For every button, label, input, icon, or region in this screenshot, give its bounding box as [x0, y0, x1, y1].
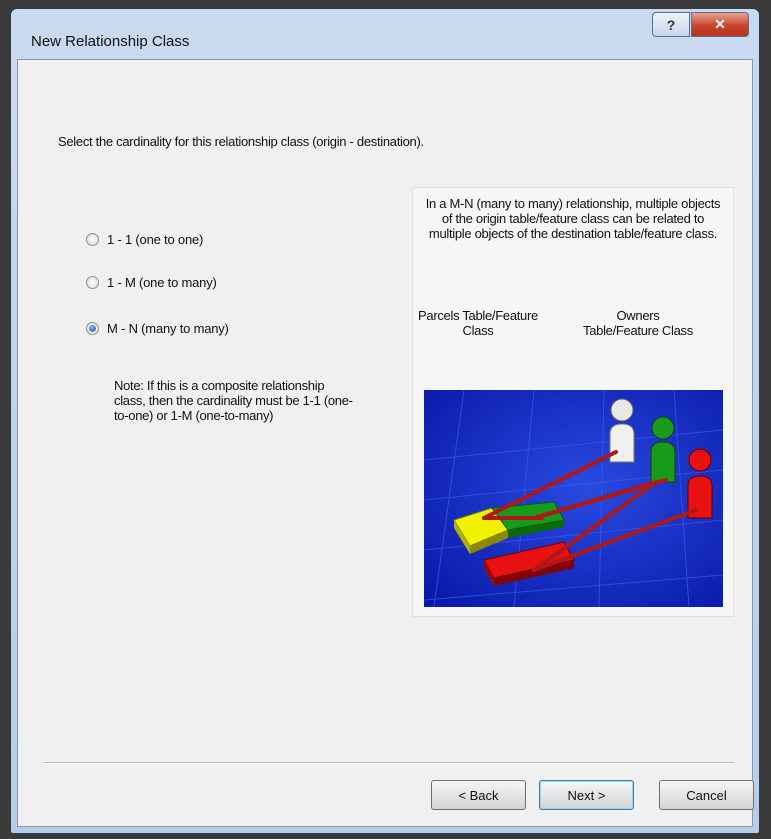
- radio-label: M - N (many to many): [107, 321, 229, 336]
- close-icon: ✕: [714, 16, 726, 32]
- owner-body-white: [609, 423, 635, 463]
- radio-many-to-many[interactable]: M - N (many to many): [86, 321, 229, 336]
- dialog-window: New Relationship Class ? ✕ Select the ca…: [10, 8, 760, 834]
- instruction-text: Select the cardinality for this relation…: [58, 134, 424, 149]
- origin-table-label: Parcels Table/Feature Class: [418, 308, 538, 338]
- radio-one-to-many[interactable]: 1 - M (one to many): [86, 275, 217, 290]
- owner-head-red: [688, 448, 712, 472]
- cardinality-info-panel: In a M-N (many to many) relationship, mu…: [412, 187, 734, 617]
- owner-body-green: [650, 441, 676, 483]
- radio-button[interactable]: [86, 233, 99, 246]
- back-button[interactable]: < Back: [431, 780, 526, 810]
- radio-button-selected[interactable]: [86, 322, 99, 335]
- help-button[interactable]: ?: [652, 12, 690, 37]
- radio-one-to-one[interactable]: 1 - 1 (one to one): [86, 232, 203, 247]
- title-bar[interactable]: New Relationship Class ? ✕: [11, 9, 759, 59]
- destination-table-label: Owners Table/Feature Class: [583, 308, 693, 338]
- radio-button[interactable]: [86, 276, 99, 289]
- caption-buttons: ? ✕: [652, 12, 749, 37]
- footer-separator: [44, 762, 734, 764]
- next-button[interactable]: Next >: [539, 780, 634, 810]
- window-title: New Relationship Class: [31, 33, 190, 50]
- owner-head-green: [651, 416, 675, 440]
- dialog-client-area: Select the cardinality for this relation…: [17, 59, 754, 827]
- radio-selected-dot: [89, 325, 96, 332]
- radio-label: 1 - M (one to many): [107, 275, 217, 290]
- close-button[interactable]: ✕: [691, 12, 749, 37]
- cancel-button[interactable]: Cancel: [659, 780, 754, 810]
- help-icon: ?: [666, 16, 676, 33]
- cardinality-description: In a M-N (many to many) relationship, mu…: [425, 196, 721, 241]
- owner-head-white: [610, 398, 634, 422]
- composite-note: Note: If this is a composite relationshi…: [114, 378, 353, 423]
- many-to-many-illustration: [424, 390, 723, 607]
- illustration-background: [424, 390, 723, 607]
- radio-label: 1 - 1 (one to one): [107, 232, 204, 247]
